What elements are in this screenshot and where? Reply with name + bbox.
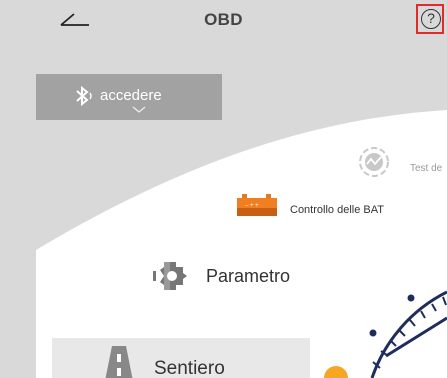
menu-item-battery[interactable]: – + + Controllo delle BAT: [236, 192, 416, 228]
parameter-gear-icon: [153, 262, 187, 290]
test-gear-icon: [359, 147, 389, 177]
menu-item-test[interactable]: Test de: [354, 142, 447, 186]
menu-item-label: Test de: [410, 163, 443, 174]
svg-text:– + +: – + +: [245, 203, 259, 209]
road-icon: [105, 346, 133, 378]
menu-item-label: Parametro: [206, 266, 291, 286]
menu-item-label: Controllo delle BAT: [290, 204, 384, 216]
battery-icon: – + +: [237, 194, 277, 216]
menu-item-route[interactable]: Sentiero: [52, 338, 310, 378]
menu-item-parameter[interactable]: Parametro: [150, 258, 320, 298]
speedometer-dial: [324, 290, 447, 378]
menu-item-label: Sentiero: [154, 358, 225, 378]
